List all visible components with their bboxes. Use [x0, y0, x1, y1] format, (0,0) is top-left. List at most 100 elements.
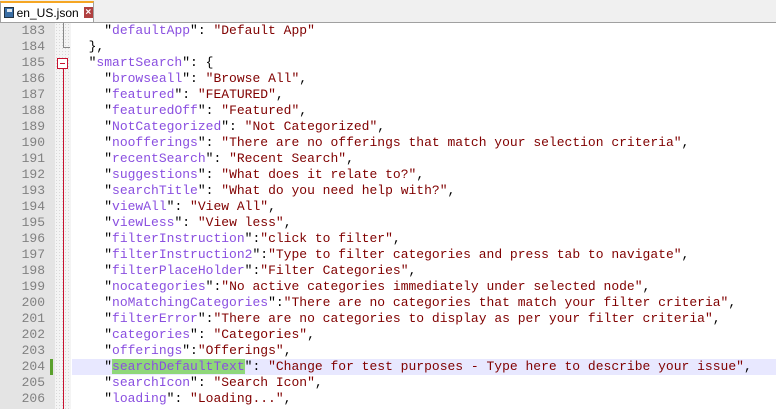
json-value: "View less" — [197, 215, 284, 230]
json-key: noofferings — [112, 135, 198, 150]
code-text: "NotCategorized": "Not Categorized", — [104, 119, 386, 134]
change-marker — [50, 359, 53, 375]
json-key: filterInstruction2 — [112, 247, 253, 262]
json-value: "There are no categories that match your… — [283, 295, 729, 310]
line-number: 188 — [21, 103, 45, 118]
code-text: "viewAll": "View All", — [104, 199, 276, 214]
json-key: viewAll — [112, 199, 167, 214]
line-number: 184 — [21, 39, 45, 54]
code-line[interactable]: 201 "filterError":"There are no categori… — [0, 311, 776, 327]
json-value: "Browse All" — [205, 71, 300, 86]
json-key: filterError — [112, 311, 198, 326]
line-number: 205 — [21, 375, 45, 390]
code-line[interactable]: 196 "filterInstruction":"click to filter… — [0, 231, 776, 247]
json-key: categories — [112, 327, 191, 342]
code-line[interactable]: 192 "suggestions": "What does it relate … — [0, 167, 776, 183]
json-value: "Recent Search" — [229, 151, 347, 166]
code-text: "suggestions": "What does it relate to?"… — [104, 167, 425, 182]
line-number: 201 — [21, 311, 45, 326]
line-number: 191 — [21, 151, 45, 166]
json-key: viewLess — [112, 215, 175, 230]
code-text: "searchTitle": "What do you need help wi… — [104, 183, 456, 198]
code-text: "filterPlaceHolder":"Filter Categories", — [104, 263, 417, 278]
json-key: noMatchingCategories — [112, 295, 269, 310]
code-text: "loading": "Loading...", — [104, 391, 292, 406]
json-key: smartSearch — [96, 55, 183, 70]
line-number: 183 — [21, 23, 45, 38]
code-text: "featuredOff": "Featured", — [104, 103, 308, 118]
code-text: "searchIcon": "Search Icon", — [104, 375, 323, 390]
code-line[interactable]: 193 "searchTitle": "What do you need hel… — [0, 183, 776, 199]
code-line[interactable]: 186 "browseall": "Browse All", — [0, 71, 776, 87]
json-value: "Search Icon" — [213, 375, 315, 390]
code-line[interactable]: 188 "featuredOff": "Featured", — [0, 103, 776, 119]
code-line[interactable]: 189 "NotCategorized": "Not Categorized", — [0, 119, 776, 135]
json-key: NotCategorized — [112, 119, 222, 134]
code-line[interactable]: 195 "viewLess": "View less", — [0, 215, 776, 231]
line-number: 199 — [21, 279, 45, 294]
code-editor[interactable]: 183 "defaultApp": "Default App" 184 }, 185… — [0, 23, 776, 409]
code-line[interactable]: 205 "searchIcon": "Search Icon", — [0, 375, 776, 391]
json-value: "Not Categorized" — [244, 119, 378, 134]
code-line[interactable]: 183 "defaultApp": "Default App" — [0, 23, 776, 39]
json-value: "Default App" — [213, 23, 315, 38]
code-line[interactable]: 206 "loading": "Loading...", — [0, 391, 776, 407]
close-icon[interactable]: × — [83, 7, 93, 18]
json-value: "Change for test purposes - Type here to… — [268, 359, 744, 374]
code-text: "featured": "FEATURED", — [104, 87, 284, 102]
json-value: "FEATURED" — [197, 87, 276, 102]
code-text: "browseall": "Browse All", — [104, 71, 308, 86]
json-value: "Categories" — [213, 327, 308, 342]
line-number: 198 — [21, 263, 45, 278]
json-value: "No active categories immediately under … — [221, 279, 643, 294]
code-line[interactable]: 202 "categories": "Categories", — [0, 327, 776, 343]
line-number: 189 — [21, 119, 45, 134]
json-key: defaultApp — [112, 23, 191, 38]
json-key: featuredOff — [112, 103, 198, 118]
code-text: "offerings":"Offerings", — [104, 343, 292, 358]
code-text: }, — [73, 39, 105, 55]
code-text: "noofferings": "There are no offerings t… — [104, 135, 690, 150]
json-value: "What do you need help with?" — [221, 183, 448, 198]
line-number: 196 — [21, 231, 45, 246]
code-line[interactable]: 191 "recentSearch": "Recent Search", — [0, 151, 776, 167]
json-key: nocategories — [112, 279, 206, 294]
json-key: searchIcon — [112, 375, 191, 390]
code-text: "defaultApp": "Default App" — [104, 23, 315, 38]
code-line[interactable]: 197 "filterInstruction2":"Type to filter… — [0, 247, 776, 263]
code-line[interactable]: 203 "offerings":"Offerings", — [0, 343, 776, 359]
json-key: loading — [112, 391, 167, 406]
line-number: 186 — [21, 71, 45, 86]
code-line[interactable]: 184 }, — [0, 39, 776, 55]
code-line[interactable]: 187 "featured": "FEATURED", — [0, 87, 776, 103]
json-value: "Offerings" — [197, 343, 284, 358]
json-value: "Type to filter categories and press tab… — [268, 247, 682, 262]
line-number: 192 — [21, 167, 45, 182]
code-line[interactable]: 204 "searchDefaultText": "Change for tes… — [0, 359, 776, 375]
code-text: "categories": "Categories", — [104, 327, 315, 342]
code-text: "filterError":"There are no categories t… — [104, 311, 721, 326]
json-value: "click to filter" — [260, 231, 393, 246]
line-number: 206 — [21, 391, 45, 406]
tab-title: en_US.json — [16, 5, 79, 20]
json-key: featured — [112, 87, 175, 102]
line-number: 195 — [21, 215, 45, 230]
line-number: 193 — [21, 183, 45, 198]
code-line[interactable]: 194 "viewAll": "View All", — [0, 199, 776, 215]
json-value: "View All" — [190, 199, 269, 214]
code-line[interactable]: 200 "noMatchingCategories":"There are no… — [0, 295, 776, 311]
punctuation: }, — [88, 39, 105, 54]
code-line[interactable]: 199 "nocategories":"No active categories… — [0, 279, 776, 295]
tab-en-us-json[interactable]: en_US.json × — [0, 1, 94, 22]
line-number: 197 — [21, 247, 45, 262]
json-value: "There are no offerings that match your … — [221, 135, 682, 150]
code-text: "searchDefaultText": "Change for test pu… — [104, 359, 752, 374]
code-line[interactable]: 190 "noofferings": "There are no offerin… — [0, 135, 776, 151]
code-line[interactable]: 198 "filterPlaceHolder":"Filter Categori… — [0, 263, 776, 279]
json-key: offerings — [112, 343, 183, 358]
code-text: "smartSearch": { — [88, 55, 214, 70]
json-key: recentSearch — [112, 151, 206, 166]
code-line[interactable]: 185 "smartSearch": { — [0, 55, 776, 71]
json-key: filterInstruction — [112, 231, 245, 246]
tab-bar: en_US.json × — [0, 0, 776, 23]
